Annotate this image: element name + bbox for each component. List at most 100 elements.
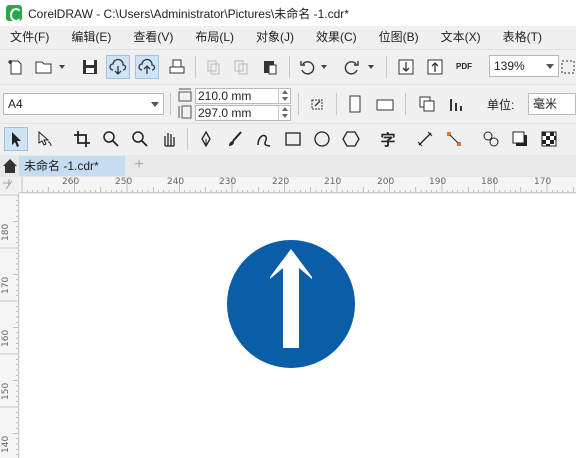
blend-tool-icon[interactable]	[479, 127, 503, 151]
pick-tool-icon[interactable]	[4, 127, 28, 151]
all-pages-icon[interactable]	[415, 92, 439, 116]
export-icon[interactable]	[423, 55, 447, 79]
current-page-icon[interactable]	[445, 92, 469, 116]
separator	[405, 93, 406, 115]
ruler-label: 140	[1, 435, 11, 453]
copy-icon[interactable]	[229, 55, 253, 79]
separator	[195, 56, 196, 78]
page-size-value: A4	[8, 97, 23, 111]
ruler-label: 260	[62, 177, 80, 187]
horizontal-ruler[interactable]: 260 250 240 230 220 210 200 190 180 170	[19, 177, 576, 193]
pdf-label: PDF	[456, 62, 472, 71]
connector-tool-icon[interactable]	[442, 127, 466, 151]
mandatory-straight-arrow-sign[interactable]	[226, 239, 356, 369]
separator	[187, 128, 188, 150]
menu-table[interactable]: 表格(T)	[492, 26, 553, 48]
undo-dropdown-icon[interactable]	[320, 55, 328, 79]
separator	[336, 93, 337, 115]
crop-tool-icon[interactable]	[70, 127, 94, 151]
cloud-upload-icon[interactable]	[135, 55, 159, 79]
window-title: CorelDRAW - C:\Users\Administrator\Pictu…	[28, 6, 349, 21]
drop-shadow-icon[interactable]	[508, 127, 532, 151]
page-width-field[interactable]: 210.0 mm	[195, 88, 291, 104]
menu-file[interactable]: 文件(F)	[0, 26, 60, 48]
separator	[298, 93, 299, 115]
print-icon[interactable]	[165, 55, 189, 79]
menu-text[interactable]: 文本(X)	[430, 26, 492, 48]
units-value: 毫米	[533, 97, 558, 111]
ruler-label: 190	[429, 177, 447, 187]
dimension-tool-icon[interactable]	[413, 127, 437, 151]
ruler-label: 180	[1, 223, 11, 241]
cut-icon[interactable]	[201, 55, 225, 79]
units-combo[interactable]: 毫米	[528, 93, 576, 115]
ruler-corner[interactable]	[0, 177, 19, 193]
separator	[289, 56, 290, 78]
open-folder-icon[interactable]	[32, 55, 56, 79]
rectangle-tool-icon[interactable]	[281, 127, 305, 151]
menu-layout[interactable]: 布局(L)	[184, 26, 245, 48]
brush-tool-icon[interactable]	[223, 127, 247, 151]
ruler-label: 200	[377, 177, 395, 187]
shape-tool-icon[interactable]	[33, 127, 57, 151]
toolbox: 字	[0, 123, 576, 154]
separator	[170, 93, 171, 115]
menu-effects[interactable]: 效果(C)	[305, 26, 368, 48]
ruler-label: 160	[1, 329, 11, 347]
menu-view[interactable]: 查看(V)	[122, 26, 184, 48]
coreldraw-logo-icon	[6, 5, 22, 22]
search-icon[interactable]	[128, 127, 152, 151]
chevron-down-icon[interactable]	[542, 56, 558, 76]
separator	[386, 56, 387, 78]
units-label: 单位:	[487, 98, 515, 112]
import-icon[interactable]	[394, 55, 418, 79]
ruler-label: 210	[324, 177, 342, 187]
menu-object[interactable]: 对象(J)	[245, 26, 305, 48]
title-bar: CorelDRAW - C:\Users\Administrator\Pictu…	[0, 0, 576, 26]
new-document-icon[interactable]	[4, 55, 28, 79]
width-icon	[176, 86, 194, 104]
add-tab-button[interactable]: +	[131, 156, 147, 176]
width-spin-buttons[interactable]	[278, 89, 290, 103]
polygon-tool-icon[interactable]	[339, 127, 363, 151]
pan-hand-icon[interactable]	[157, 127, 181, 151]
smart-drawing-icon[interactable]	[252, 127, 276, 151]
zoom-fit-icon[interactable]	[560, 55, 576, 79]
page-size-combo[interactable]: A4	[3, 93, 164, 115]
tab-document[interactable]: 未命名 -1.cdr*	[19, 156, 125, 176]
cloud-download-icon[interactable]	[106, 55, 130, 79]
ruler-label: 180	[481, 177, 499, 187]
menu-bitmaps[interactable]: 位图(B)	[368, 26, 430, 48]
publish-pdf-icon[interactable]: PDF	[452, 55, 476, 79]
chevron-down-icon[interactable]	[147, 94, 163, 114]
ruler-label: 240	[167, 177, 185, 187]
pen-tool-icon[interactable]	[194, 127, 218, 151]
ruler-label: 170	[1, 276, 11, 294]
zoom-combo[interactable]: 139%	[489, 55, 559, 77]
page-width-value: 210.0 mm	[198, 89, 252, 103]
vertical-ruler[interactable]: 180 170 160 150 140	[0, 193, 19, 458]
ruler-label: 250	[115, 177, 133, 187]
ruler-label: 170	[534, 177, 552, 187]
height-spin-buttons[interactable]	[278, 106, 290, 120]
portrait-icon[interactable]	[343, 92, 367, 116]
open-dropdown-icon[interactable]	[58, 55, 66, 79]
ruler-label: 230	[219, 177, 237, 187]
ellipse-tool-icon[interactable]	[310, 127, 334, 151]
standard-toolbar: PDF 139%	[0, 49, 576, 83]
home-icon[interactable]	[2, 158, 18, 174]
page-height-field[interactable]: 297.0 mm	[195, 105, 291, 121]
text-tool-icon[interactable]: 字	[376, 127, 400, 151]
redo-icon[interactable]	[340, 55, 364, 79]
undo-icon[interactable]	[295, 55, 319, 79]
page-height-value: 297.0 mm	[198, 106, 252, 120]
redo-dropdown-icon[interactable]	[367, 55, 375, 79]
zoom-tool-icon[interactable]	[99, 127, 123, 151]
transparency-icon[interactable]	[537, 127, 561, 151]
paste-icon[interactable]	[258, 55, 282, 79]
zoom-value: 139%	[494, 59, 525, 73]
landscape-icon[interactable]	[373, 92, 397, 116]
save-icon[interactable]	[78, 55, 102, 79]
page-options-icon[interactable]	[305, 92, 329, 116]
menu-edit[interactable]: 编辑(E)	[60, 26, 122, 48]
